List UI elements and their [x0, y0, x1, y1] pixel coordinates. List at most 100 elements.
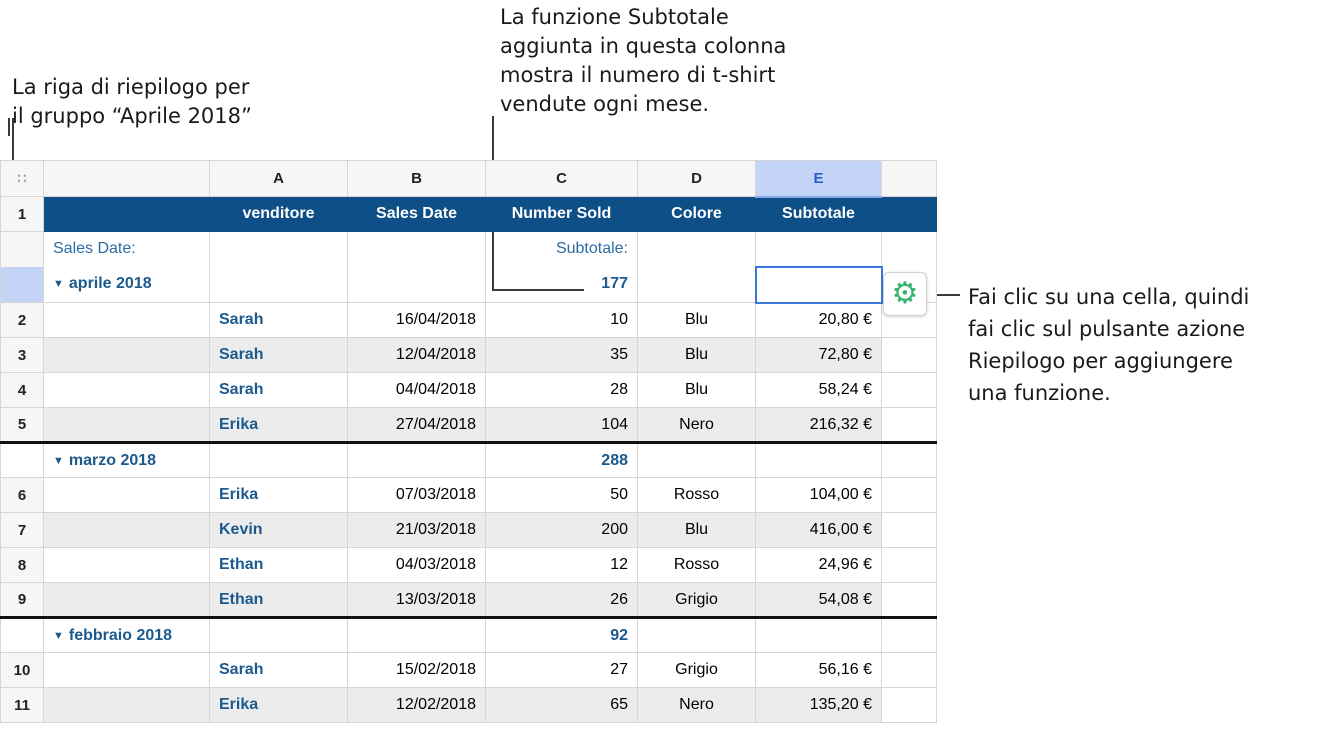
cell-sales-date[interactable]: 27/04/2018 [347, 407, 486, 443]
group-cell[interactable] [209, 616, 348, 653]
group-subtotal[interactable]: 92 [485, 616, 638, 653]
cell-number-sold[interactable]: 26 [485, 582, 638, 618]
cell-colore[interactable]: Blu [637, 302, 756, 338]
cell-subtotale[interactable]: 54,08 € [755, 582, 882, 618]
cell-number-sold[interactable]: 10 [485, 302, 638, 338]
group-subtotal[interactable]: 288 [485, 441, 638, 478]
disclosure-triangle-icon[interactable]: ▼ [53, 455, 64, 467]
cell-venditore[interactable]: Kevin [209, 512, 348, 548]
row-number[interactable]: 5 [0, 407, 44, 443]
empty-cell[interactable] [43, 302, 210, 338]
cell-venditore[interactable]: Sarah [209, 372, 348, 408]
cell-subtotale[interactable]: 416,00 € [755, 512, 882, 548]
empty-cell[interactable] [43, 687, 210, 723]
header-cell-subtotale[interactable]: Subtotale [755, 196, 882, 232]
row-number[interactable]: 7 [0, 512, 44, 548]
group-cell[interactable] [209, 266, 348, 303]
cell-colore[interactable]: Rosso [637, 547, 756, 583]
row-number[interactable] [0, 616, 44, 653]
row-number[interactable]: 9 [0, 582, 44, 618]
row-number[interactable]: 10 [0, 652, 44, 688]
empty-cell[interactable] [43, 652, 210, 688]
empty-cell[interactable] [43, 512, 210, 548]
cell-number-sold[interactable]: 12 [485, 547, 638, 583]
cell-colore[interactable]: Blu [637, 337, 756, 373]
summary-label-sales-date[interactable]: Sales Date: [43, 231, 210, 267]
summary-cell[interactable] [209, 231, 348, 267]
row-number-selected[interactable] [0, 266, 44, 303]
cell-colore[interactable]: Blu [637, 512, 756, 548]
cell-sales-date[interactable]: 21/03/2018 [347, 512, 486, 548]
cell-number-sold[interactable]: 104 [485, 407, 638, 443]
group-cell[interactable] [637, 616, 756, 653]
cell-subtotale[interactable]: 72,80 € [755, 337, 882, 373]
cell-colore[interactable]: Nero [637, 407, 756, 443]
cell-venditore[interactable]: Sarah [209, 337, 348, 373]
column-header-d[interactable]: D [637, 160, 756, 197]
column-header-b[interactable]: B [347, 160, 486, 197]
selected-cell[interactable] [754, 265, 883, 304]
header-cell-sales-date[interactable]: Sales Date [347, 196, 486, 232]
cell-number-sold[interactable]: 65 [485, 687, 638, 723]
header-cell-venditore[interactable]: venditore [209, 196, 348, 232]
empty-cell[interactable] [43, 337, 210, 373]
summary-label-subtotale[interactable]: Subtotale: [485, 231, 638, 267]
group-label[interactable]: ▼ marzo 2018 [43, 441, 210, 478]
empty-cell[interactable] [43, 372, 210, 408]
cell-colore[interactable]: Nero [637, 687, 756, 723]
cell-sales-date[interactable]: 12/04/2018 [347, 337, 486, 373]
cell-sales-date[interactable]: 07/03/2018 [347, 477, 486, 513]
cell-number-sold[interactable]: 27 [485, 652, 638, 688]
cell-venditore[interactable]: Sarah [209, 652, 348, 688]
cell-subtotale[interactable]: 216,32 € [755, 407, 882, 443]
column-header-blank[interactable] [43, 160, 210, 197]
group-cell[interactable] [347, 616, 486, 653]
cell-colore[interactable]: Grigio [637, 582, 756, 618]
row-number[interactable] [0, 231, 44, 267]
cell-subtotale[interactable]: 56,16 € [755, 652, 882, 688]
summary-cell[interactable] [347, 231, 486, 267]
cell-sales-date[interactable]: 12/02/2018 [347, 687, 486, 723]
cell-number-sold[interactable]: 50 [485, 477, 638, 513]
cell-sales-date[interactable]: 04/03/2018 [347, 547, 486, 583]
group-cell[interactable] [755, 441, 882, 478]
cell-sales-date[interactable]: 13/03/2018 [347, 582, 486, 618]
header-cell[interactable] [43, 196, 210, 232]
cell-venditore[interactable]: Erika [209, 477, 348, 513]
group-cell[interactable] [347, 441, 486, 478]
row-number[interactable]: 1 [0, 196, 44, 232]
column-header-e[interactable]: E [755, 160, 882, 198]
cell-number-sold[interactable]: 28 [485, 372, 638, 408]
cell-colore[interactable]: Blu [637, 372, 756, 408]
column-header-c[interactable]: C [485, 160, 638, 197]
group-label[interactable]: ▼ aprile 2018 [43, 266, 210, 303]
cell-colore[interactable]: Grigio [637, 652, 756, 688]
row-number[interactable]: 2 [0, 302, 44, 338]
row-number[interactable]: 8 [0, 547, 44, 583]
cell-subtotale[interactable]: 135,20 € [755, 687, 882, 723]
row-number[interactable] [0, 441, 44, 478]
row-number[interactable]: 11 [0, 687, 44, 723]
group-label[interactable]: ▼ febbraio 2018 [43, 616, 210, 653]
cell-colore[interactable]: Rosso [637, 477, 756, 513]
group-subtotal[interactable]: 177 [485, 266, 638, 303]
row-number[interactable]: 4 [0, 372, 44, 408]
cell-venditore[interactable]: Erika [209, 407, 348, 443]
cell-venditore[interactable]: Erika [209, 687, 348, 723]
empty-cell[interactable] [43, 407, 210, 443]
cell-venditore[interactable]: Ethan [209, 547, 348, 583]
grid-dots-icon[interactable]: ∷ [0, 160, 44, 197]
empty-cell[interactable] [43, 477, 210, 513]
empty-cell[interactable] [43, 582, 210, 618]
cell-sales-date[interactable]: 04/04/2018 [347, 372, 486, 408]
cell-venditore[interactable]: Ethan [209, 582, 348, 618]
cell-sales-date[interactable]: 16/04/2018 [347, 302, 486, 338]
group-cell[interactable] [755, 616, 882, 653]
group-cell[interactable] [637, 266, 756, 303]
cell-number-sold[interactable]: 200 [485, 512, 638, 548]
column-header-a[interactable]: A [209, 160, 348, 197]
group-cell[interactable] [637, 441, 756, 478]
group-cell[interactable] [209, 441, 348, 478]
header-cell-number-sold[interactable]: Number Sold [485, 196, 638, 232]
summary-cell[interactable] [755, 231, 882, 267]
